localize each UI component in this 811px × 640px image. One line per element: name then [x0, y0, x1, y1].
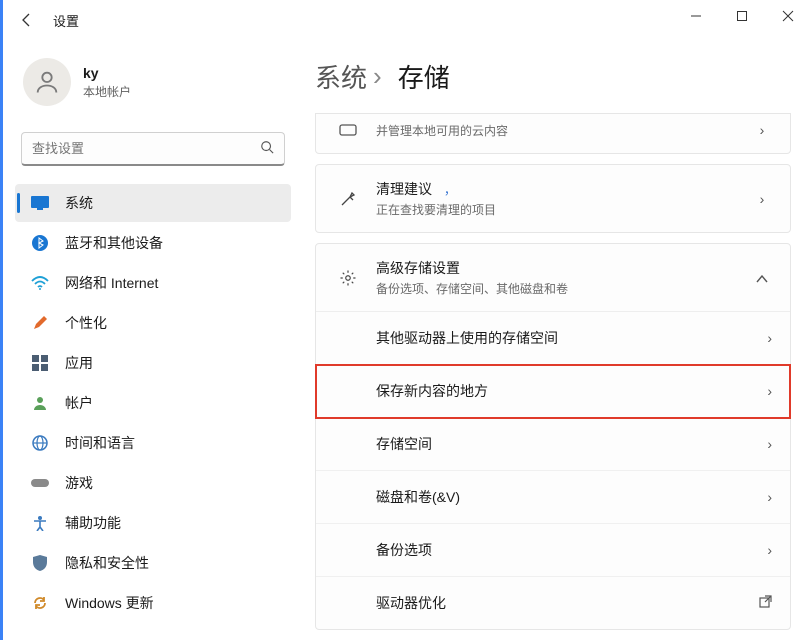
shield-icon — [29, 555, 51, 571]
chevron-right-icon: › — [767, 436, 772, 452]
update-icon — [29, 595, 51, 611]
bluetooth-icon — [29, 235, 51, 251]
maximize-button[interactable] — [719, 0, 765, 32]
user-icon — [29, 395, 51, 411]
cloud-icon — [334, 123, 362, 137]
nav-label: 隐私和安全性 — [65, 553, 149, 573]
close-button[interactable] — [765, 0, 811, 32]
nav-item-accounts[interactable]: 帐户 — [15, 384, 291, 422]
accessibility-icon — [29, 515, 51, 531]
nav-item-privacy[interactable]: 隐私和安全性 — [15, 544, 291, 582]
external-link-icon — [759, 595, 772, 611]
search-input[interactable] — [32, 141, 260, 156]
breadcrumb-parent[interactable]: 系统 — [315, 58, 367, 95]
sub-item-label: 保存新内容的地方 — [376, 381, 488, 401]
nav-label: 应用 — [65, 353, 93, 373]
minimize-button[interactable] — [673, 0, 719, 32]
wifi-icon — [29, 276, 51, 290]
nav-label: 系统 — [65, 193, 93, 213]
nav-label: 蓝牙和其他设备 — [65, 233, 163, 253]
card-title: 清理建议 — [376, 181, 432, 197]
sub-item-label: 驱动器优化 — [376, 593, 446, 613]
sub-item-label: 备份选项 — [376, 540, 432, 560]
user-block[interactable]: ky 本地帐户 — [15, 50, 291, 122]
nav-item-personalization[interactable]: 个性化 — [15, 304, 291, 342]
card-sub: 正在查找要清理的项目 — [376, 201, 752, 218]
card-sub: 并管理本地可用的云内容 — [376, 122, 752, 139]
card-title: 高级存储设置 — [376, 258, 752, 278]
nav-item-bluetooth[interactable]: 蓝牙和其他设备 — [15, 224, 291, 262]
adv-item-storage-spaces[interactable]: 存储空间 › — [316, 418, 790, 471]
nav-label: 游戏 — [65, 473, 93, 493]
card-cleanup[interactable]: 清理建议 ， 正在查找要清理的项目 › — [315, 164, 791, 233]
loading-indicator: ， — [444, 183, 456, 197]
nav-label: Windows 更新 — [65, 593, 154, 613]
chevron-up-icon — [752, 270, 772, 286]
apps-icon — [29, 355, 51, 371]
breadcrumb-sep: › — [373, 61, 382, 92]
search-icon — [260, 140, 274, 157]
chevron-right-icon: › — [767, 383, 772, 399]
search-box[interactable] — [21, 132, 285, 166]
back-button[interactable] — [11, 4, 43, 36]
nav-list: 系统 蓝牙和其他设备 网络和 Internet 个性化 应用 帐户 — [15, 184, 291, 622]
nav-label: 时间和语言 — [65, 433, 135, 453]
card-advanced-header[interactable]: 高级存储设置 备份选项、存储空间、其他磁盘和卷 — [316, 244, 790, 311]
breadcrumb-current: 存储 — [398, 58, 450, 95]
brush-icon — [29, 314, 51, 332]
card-cloud-content[interactable]: 并管理本地可用的云内容 › — [315, 113, 791, 154]
user-name: ky — [83, 65, 131, 81]
adv-item-other-drives[interactable]: 其他驱动器上使用的存储空间 › — [316, 312, 790, 365]
nav-label: 个性化 — [65, 313, 107, 333]
adv-item-backup[interactable]: 备份选项 › — [316, 524, 790, 577]
sidebar: ky 本地帐户 系统 蓝牙和其他设备 网络和 Internet — [3, 40, 303, 640]
adv-item-drive-optimize[interactable]: 驱动器优化 — [316, 577, 790, 629]
sub-item-label: 磁盘和卷(&V) — [376, 487, 460, 507]
chevron-right-icon: › — [752, 122, 772, 138]
globe-icon — [29, 435, 51, 451]
breadcrumb: 系统 › 存储 — [315, 58, 791, 95]
adv-item-disks-volumes[interactable]: 磁盘和卷(&V) › — [316, 471, 790, 524]
nav-item-network[interactable]: 网络和 Internet — [15, 264, 291, 302]
nav-item-accessibility[interactable]: 辅助功能 — [15, 504, 291, 542]
card-advanced-storage: 高级存储设置 备份选项、存储空间、其他磁盘和卷 其他驱动器上使用的存储空间 › … — [315, 243, 791, 630]
chevron-right-icon: › — [767, 542, 772, 558]
nav-item-system[interactable]: 系统 — [15, 184, 291, 222]
system-icon — [29, 196, 51, 210]
nav-item-gaming[interactable]: 游戏 — [15, 464, 291, 502]
main-panel: 系统 › 存储 并管理本地可用的云内容 › 清理建议 ， 正在查找要清理的项目 › — [303, 40, 811, 640]
nav-label: 辅助功能 — [65, 513, 121, 533]
sub-item-label: 存储空间 — [376, 434, 432, 454]
nav-label: 帐户 — [65, 393, 93, 413]
nav-item-apps[interactable]: 应用 — [15, 344, 291, 382]
nav-item-time-language[interactable]: 时间和语言 — [15, 424, 291, 462]
app-title: 设置 — [53, 11, 79, 30]
broom-icon — [334, 190, 362, 208]
card-sub: 备份选项、存储空间、其他磁盘和卷 — [376, 280, 752, 297]
gamepad-icon — [29, 477, 51, 489]
avatar — [23, 58, 71, 106]
chevron-right-icon: › — [767, 330, 772, 346]
chevron-right-icon: › — [752, 191, 772, 207]
nav-label: 网络和 Internet — [65, 273, 158, 293]
adv-item-save-location[interactable]: 保存新内容的地方 › — [316, 365, 790, 418]
sub-item-label: 其他驱动器上使用的存储空间 — [376, 328, 558, 348]
user-account-type: 本地帐户 — [83, 83, 131, 100]
chevron-right-icon: › — [767, 489, 772, 505]
nav-item-windows-update[interactable]: Windows 更新 — [15, 584, 291, 622]
gear-icon — [334, 269, 362, 287]
